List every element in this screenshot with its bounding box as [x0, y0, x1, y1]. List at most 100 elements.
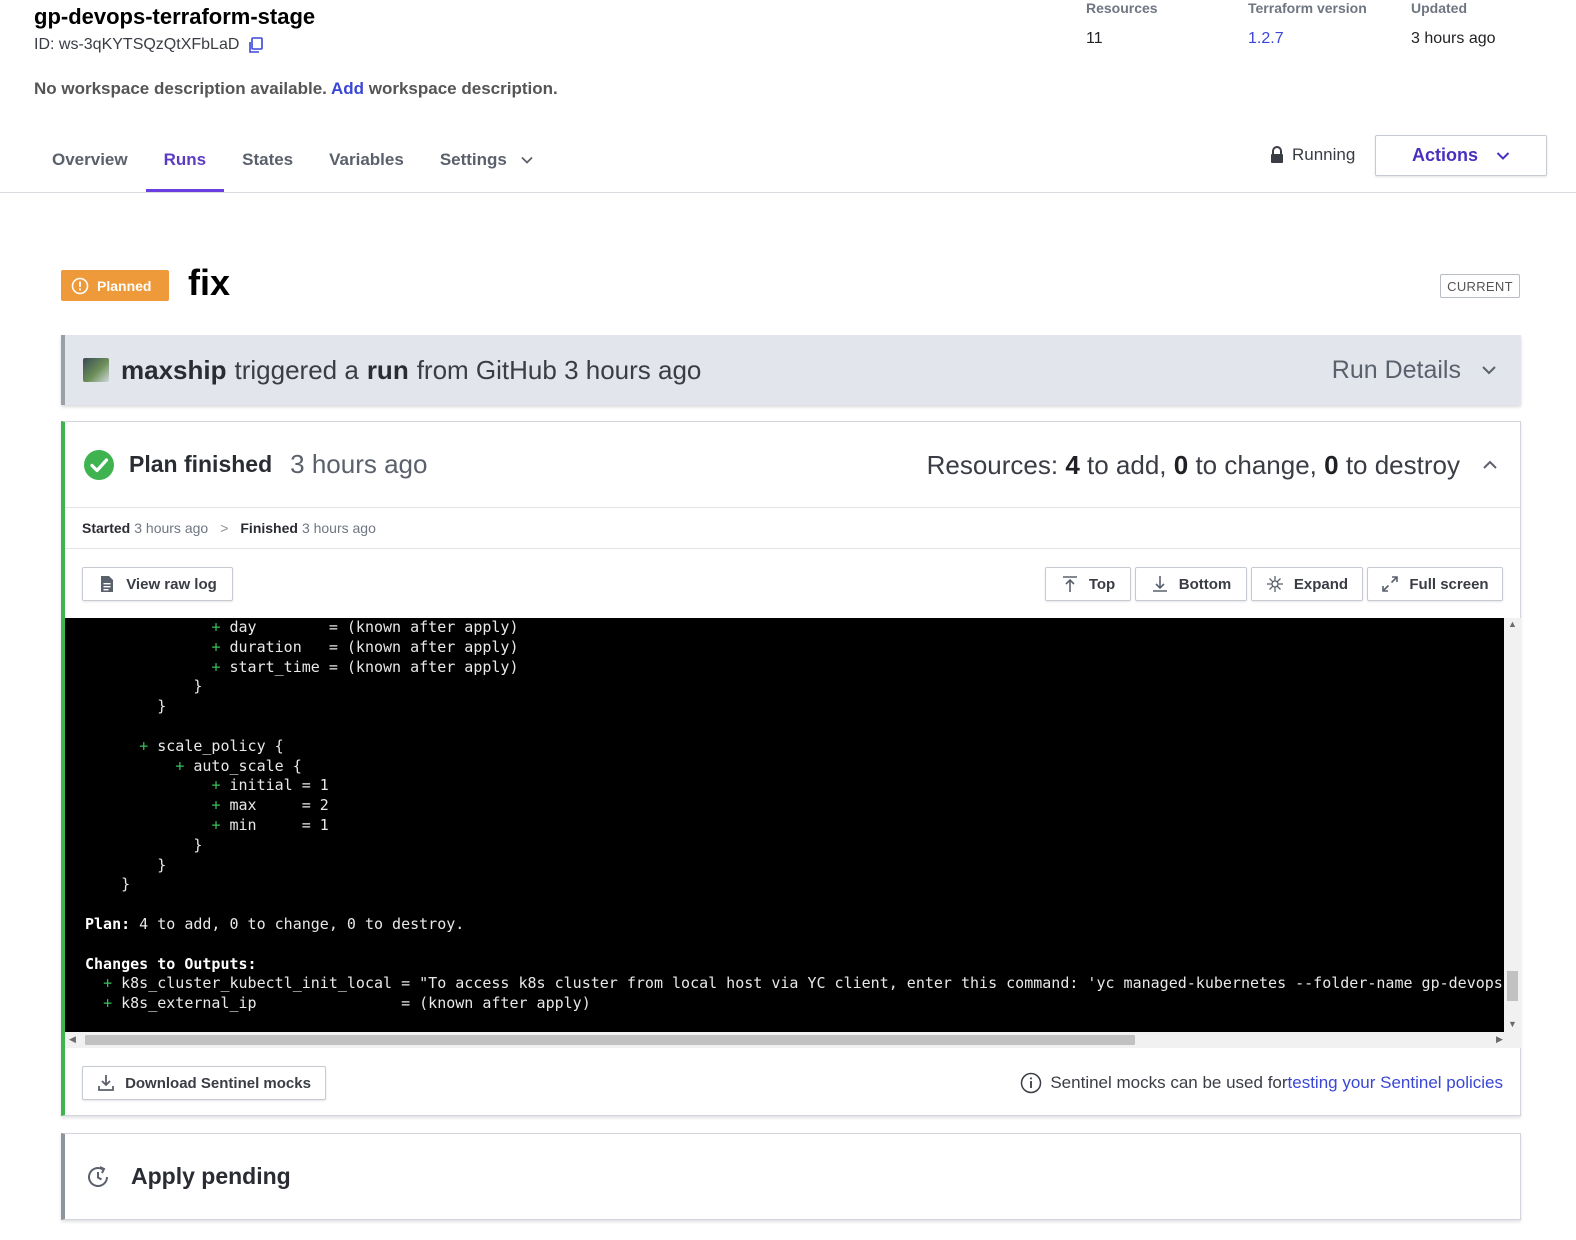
- tab-variables-label: Variables: [329, 150, 404, 169]
- scroll-top-button[interactable]: Top: [1045, 567, 1131, 601]
- run-title: fix: [188, 262, 231, 303]
- log-text: }: [193, 835, 203, 854]
- finished-label: Finished: [240, 520, 298, 536]
- tab-states[interactable]: States: [224, 128, 311, 192]
- apply-panel[interactable]: Apply pending: [61, 1133, 1521, 1220]
- log-line: + start_time = (known after apply): [85, 658, 1503, 678]
- terraform-version-link[interactable]: 1.2.7: [1248, 30, 1367, 48]
- chevron-down-icon: [521, 156, 533, 164]
- log-line: Plan: 4 to add, 0 to change, 0 to destro…: [85, 915, 1503, 935]
- sentinel-policies-link[interactable]: testing your Sentinel policies: [1288, 1073, 1503, 1093]
- plan-resources-summary: Resources: 4 to add, 0 to change, 0 to d…: [927, 422, 1460, 508]
- log-line: Changes to Outputs:: [85, 955, 1503, 975]
- log-line: + initial = 1: [85, 776, 1503, 796]
- started-time: 3 hours ago: [134, 520, 209, 536]
- view-raw-log-button[interactable]: View raw log: [82, 567, 233, 601]
- scroll-bottom-button[interactable]: Bottom: [1135, 567, 1247, 601]
- run-details-toggle[interactable]: Run Details: [1332, 335, 1497, 405]
- trigger-user: maxship: [121, 354, 227, 385]
- log-text: max = 2: [229, 796, 329, 815]
- log-plus-marker: +: [175, 756, 194, 775]
- log-indent: [85, 618, 211, 636]
- scroll-right-arrow-icon[interactable]: ▶: [1496, 1034, 1503, 1045]
- chevron-down-icon: [1496, 151, 1510, 160]
- log-line: }: [85, 836, 1503, 856]
- log-line: }: [85, 697, 1503, 717]
- horizontal-scroll-thumb[interactable]: [85, 1035, 1135, 1045]
- chevron-down-icon: [1482, 366, 1496, 375]
- log-vertical-scrollbar[interactable]: ▲ ▼: [1504, 618, 1521, 1032]
- res-add-text: to add,: [1079, 449, 1174, 480]
- log-indent: [85, 638, 211, 656]
- log-plus-marker: +: [211, 637, 230, 656]
- scroll-up-arrow-icon[interactable]: ▲: [1508, 619, 1517, 629]
- workspace-id-text: ID: ws-3qKYTSQzQtXFbLaD: [34, 36, 240, 53]
- log-text: duration = (known after apply): [229, 637, 519, 656]
- log-viewer[interactable]: + day = (known after apply) + duration =…: [65, 618, 1521, 1048]
- log-indent: [85, 836, 193, 854]
- expand-button[interactable]: Expand: [1251, 567, 1363, 601]
- log-text: start_time = (known after apply): [229, 657, 519, 676]
- scroll-left-arrow-icon[interactable]: ◀: [69, 1034, 76, 1045]
- trigger-text-1: triggered a: [234, 354, 359, 385]
- log-indent: [85, 974, 103, 992]
- actions-button[interactable]: Actions: [1375, 135, 1547, 176]
- started-label: Started: [82, 520, 131, 536]
- plan-header[interactable]: Plan finished 3 hours ago Resources: 4 t…: [65, 422, 1520, 508]
- status-badge-label: Planned: [97, 277, 152, 294]
- chevron-up-icon[interactable]: [1482, 458, 1498, 472]
- log-text: day = (known after apply): [229, 618, 519, 636]
- resources-value: 11: [1086, 30, 1103, 47]
- log-line: }: [85, 875, 1503, 895]
- log-horizontal-scrollbar[interactable]: ◀ ▶: [65, 1032, 1521, 1048]
- tab-states-label: States: [242, 150, 294, 169]
- log-text: }: [193, 677, 203, 696]
- log-indent: [85, 994, 103, 1012]
- tab-overview[interactable]: Overview: [34, 128, 146, 192]
- tab-variables[interactable]: Variables: [311, 128, 422, 192]
- run-trigger-panel[interactable]: maxship triggered a run from GitHub 3 ho…: [61, 335, 1521, 405]
- log-line: }: [85, 856, 1503, 876]
- log-text: min = 1: [229, 815, 329, 834]
- add-description-link[interactable]: Add: [331, 79, 364, 98]
- download-sentinel-mocks-button[interactable]: Download Sentinel mocks: [82, 1066, 326, 1100]
- expand-icon: [1266, 576, 1283, 592]
- sentinel-note-text: Sentinel mocks can be used for: [1050, 1073, 1288, 1092]
- sentinel-note: Sentinel mocks can be used for testing y…: [1020, 1072, 1503, 1094]
- plan-title: Plan finished: [129, 451, 273, 477]
- full-screen-button[interactable]: Full screen: [1367, 567, 1503, 601]
- workspace-status: Running: [1270, 145, 1355, 165]
- vertical-scroll-thumb[interactable]: [1507, 971, 1518, 1001]
- tab-settings[interactable]: Settings: [422, 128, 551, 192]
- log-indent: [85, 737, 139, 755]
- avatar: [83, 358, 109, 382]
- log-line: + scale_policy {: [85, 737, 1503, 757]
- pending-icon: [88, 1165, 108, 1187]
- description-text: No workspace description available.: [34, 79, 331, 98]
- workspace-title: gp-devops-terraform-stage: [34, 4, 316, 29]
- scroll-top-label: Top: [1088, 575, 1116, 593]
- log-text: 4 to add, 0 to change, 0 to destroy.: [130, 914, 465, 933]
- log-bold-text: Changes to Outputs:: [85, 954, 257, 973]
- actions-label: Actions: [1411, 145, 1478, 165]
- res-prefix: Resources:: [926, 449, 1066, 480]
- arrow-up-to-line-icon: [1062, 576, 1077, 592]
- log-indent: [85, 658, 211, 676]
- log-output[interactable]: + day = (known after apply) + duration =…: [65, 618, 1504, 1032]
- log-lines: + day = (known after apply) + duration =…: [85, 618, 1503, 1014]
- workspace-id: ID: ws-3qKYTSQzQtXFbLaD: [34, 36, 265, 54]
- log-line: + k8s_cluster_kubectl_init_local = "To a…: [85, 974, 1503, 994]
- updated-meta: Updated 3 hours ago: [1411, 0, 1496, 48]
- file-icon: [101, 576, 114, 592]
- terraform-version-label: Terraform version: [1248, 0, 1367, 16]
- current-badge: CURRENT: [1440, 274, 1520, 298]
- updated-label: Updated: [1411, 0, 1467, 16]
- copy-icon[interactable]: [247, 36, 265, 54]
- log-line: + min = 1: [85, 816, 1503, 836]
- tab-runs[interactable]: Runs: [145, 128, 225, 192]
- scroll-down-arrow-icon[interactable]: ▼: [1508, 1019, 1517, 1029]
- resources-label: Resources: [1086, 0, 1158, 16]
- res-destroy-text: to destroy: [1338, 449, 1460, 480]
